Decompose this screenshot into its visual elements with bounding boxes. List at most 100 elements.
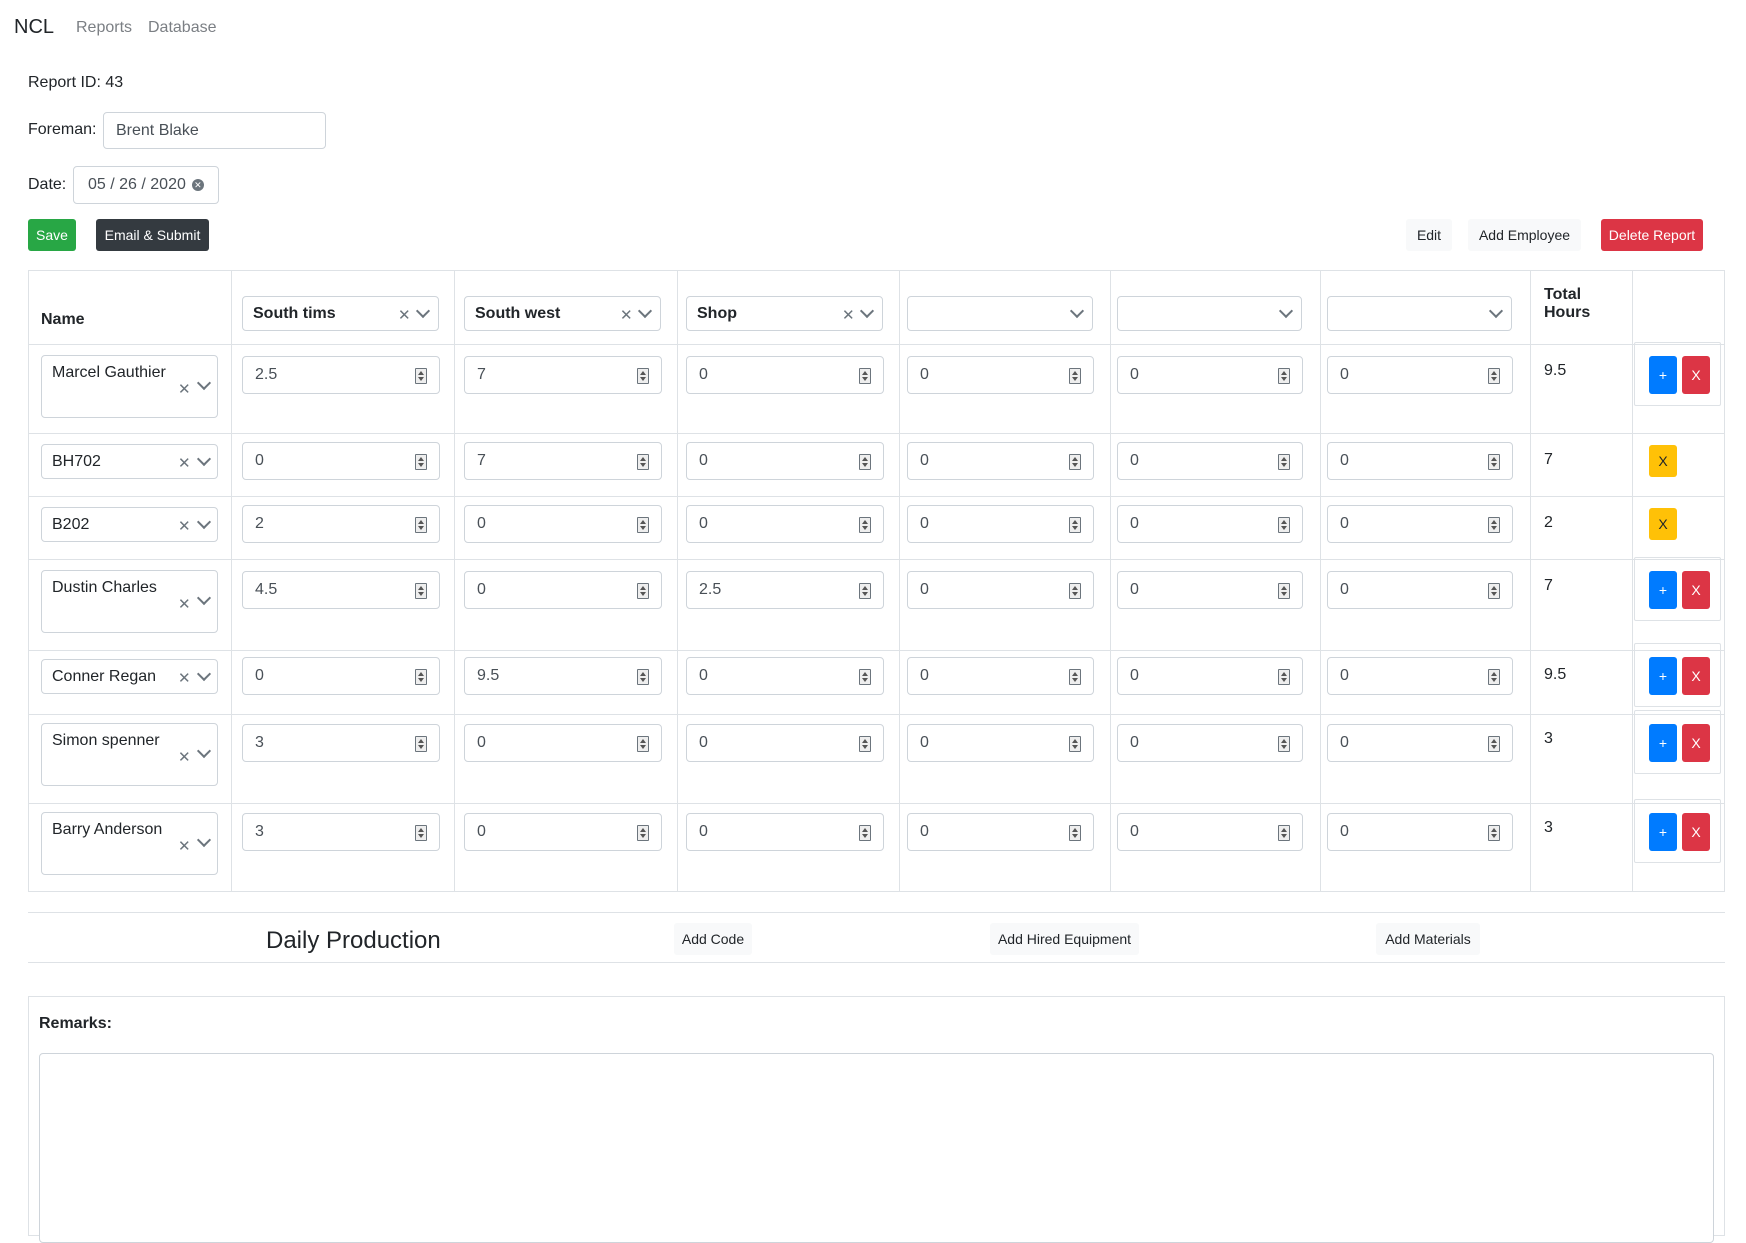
- employee-name-select[interactable]: BH702 ✕: [41, 444, 218, 479]
- hours-input[interactable]: 2: [242, 505, 440, 543]
- hours-input[interactable]: 0: [907, 505, 1094, 543]
- spinner-icon[interactable]: [859, 368, 871, 384]
- remove-row-button[interactable]: X: [1682, 356, 1710, 394]
- hours-input[interactable]: 0: [686, 813, 884, 851]
- clear-icon[interactable]: ✕: [842, 306, 855, 324]
- hours-input[interactable]: 0: [1117, 657, 1303, 695]
- hours-input[interactable]: 0: [1117, 442, 1303, 480]
- hours-input[interactable]: 0: [1117, 571, 1303, 609]
- save-button[interactable]: Save: [28, 219, 76, 251]
- clear-icon[interactable]: ✕: [178, 380, 191, 398]
- add-hired-equipment-button[interactable]: Add Hired Equipment: [990, 923, 1139, 955]
- job-column-select-4[interactable]: [907, 296, 1093, 331]
- job-column-select-2[interactable]: South west ✕: [464, 296, 661, 331]
- hours-input[interactable]: 0: [1327, 442, 1513, 480]
- delete-report-button[interactable]: Delete Report: [1601, 219, 1703, 251]
- remove-row-button[interactable]: X: [1649, 445, 1677, 477]
- hours-input[interactable]: 7: [464, 356, 662, 394]
- clear-icon[interactable]: ✕: [178, 454, 191, 472]
- spinner-icon[interactable]: [637, 736, 649, 752]
- job-column-select-6[interactable]: [1327, 296, 1512, 331]
- hours-input[interactable]: 0: [686, 657, 884, 695]
- chevron-down-icon[interactable]: [196, 666, 212, 682]
- chevron-down-icon[interactable]: [196, 832, 212, 848]
- spinner-icon[interactable]: [1488, 736, 1500, 752]
- hours-input[interactable]: 2.5: [686, 571, 884, 609]
- spinner-icon[interactable]: [1278, 669, 1290, 685]
- hours-input[interactable]: 4.5: [242, 571, 440, 609]
- add-row-button[interactable]: +: [1649, 724, 1677, 762]
- hours-input[interactable]: 0: [1117, 356, 1303, 394]
- spinner-icon[interactable]: [859, 454, 871, 470]
- hours-input[interactable]: 0: [464, 571, 662, 609]
- spinner-icon[interactable]: [415, 517, 427, 533]
- foreman-input[interactable]: Brent Blake: [103, 112, 326, 149]
- remove-row-button[interactable]: X: [1682, 724, 1710, 762]
- clear-date-icon[interactable]: ✕: [191, 179, 204, 191]
- add-code-button[interactable]: Add Code: [674, 923, 752, 955]
- add-row-button[interactable]: +: [1649, 813, 1677, 851]
- chevron-down-icon[interactable]: [1069, 303, 1085, 319]
- chevron-down-icon[interactable]: [415, 303, 431, 319]
- hours-input[interactable]: 0: [907, 442, 1094, 480]
- chevron-down-icon[interactable]: [859, 303, 875, 319]
- hours-input[interactable]: 0: [1327, 724, 1513, 762]
- chevron-down-icon[interactable]: [196, 451, 212, 467]
- chevron-down-icon[interactable]: [196, 514, 212, 530]
- hours-input[interactable]: 0: [907, 724, 1094, 762]
- clear-icon[interactable]: ✕: [178, 837, 191, 855]
- spinner-icon[interactable]: [1278, 517, 1290, 533]
- add-materials-button[interactable]: Add Materials: [1376, 923, 1480, 955]
- hours-input[interactable]: 0: [1117, 505, 1303, 543]
- spinner-icon[interactable]: [637, 583, 649, 599]
- hours-input[interactable]: 7: [464, 442, 662, 480]
- chevron-down-icon[interactable]: [196, 590, 212, 606]
- spinner-icon[interactable]: [1069, 368, 1081, 384]
- remove-row-button[interactable]: X: [1682, 571, 1710, 609]
- hours-input[interactable]: 0: [1117, 813, 1303, 851]
- hours-input[interactable]: 0: [686, 724, 884, 762]
- clear-icon[interactable]: ✕: [178, 517, 191, 535]
- add-row-button[interactable]: +: [1649, 571, 1677, 609]
- spinner-icon[interactable]: [1488, 454, 1500, 470]
- spinner-icon[interactable]: [1488, 669, 1500, 685]
- clear-icon[interactable]: ✕: [178, 595, 191, 613]
- remove-row-button[interactable]: X: [1682, 813, 1710, 851]
- hours-input[interactable]: 0: [464, 813, 662, 851]
- employee-name-select[interactable]: Marcel Gauthier ✕: [41, 355, 218, 418]
- hours-input[interactable]: 0: [464, 505, 662, 543]
- clear-icon[interactable]: ✕: [398, 306, 411, 324]
- spinner-icon[interactable]: [1278, 825, 1290, 841]
- spinner-icon[interactable]: [637, 368, 649, 384]
- spinner-icon[interactable]: [1069, 669, 1081, 685]
- clear-icon[interactable]: ✕: [178, 669, 191, 687]
- spinner-icon[interactable]: [637, 454, 649, 470]
- spinner-icon[interactable]: [415, 736, 427, 752]
- spinner-icon[interactable]: [1069, 454, 1081, 470]
- chevron-down-icon[interactable]: [637, 303, 653, 319]
- chevron-down-icon[interactable]: [1488, 303, 1504, 319]
- spinner-icon[interactable]: [415, 454, 427, 470]
- spinner-icon[interactable]: [1278, 583, 1290, 599]
- spinner-icon[interactable]: [859, 669, 871, 685]
- remove-row-button[interactable]: X: [1649, 508, 1677, 540]
- employee-name-select[interactable]: B202 ✕: [41, 507, 218, 542]
- spinner-icon[interactable]: [1488, 825, 1500, 841]
- hours-input[interactable]: 2.5: [242, 356, 440, 394]
- hours-input[interactable]: 0: [242, 657, 440, 695]
- spinner-icon[interactable]: [1278, 368, 1290, 384]
- hours-input[interactable]: 0: [464, 724, 662, 762]
- spinner-icon[interactable]: [637, 517, 649, 533]
- chevron-down-icon[interactable]: [1278, 303, 1294, 319]
- hours-input[interactable]: 0: [686, 356, 884, 394]
- clear-icon[interactable]: ✕: [620, 306, 633, 324]
- spinner-icon[interactable]: [1278, 736, 1290, 752]
- employee-name-select[interactable]: Simon spenner ✕: [41, 723, 218, 786]
- hours-input[interactable]: 0: [242, 442, 440, 480]
- email-submit-button[interactable]: Email & Submit: [96, 219, 209, 251]
- spinner-icon[interactable]: [1069, 825, 1081, 841]
- hours-input[interactable]: 0: [1117, 724, 1303, 762]
- job-column-select-5[interactable]: [1117, 296, 1302, 331]
- spinner-icon[interactable]: [1488, 517, 1500, 533]
- spinner-icon[interactable]: [859, 736, 871, 752]
